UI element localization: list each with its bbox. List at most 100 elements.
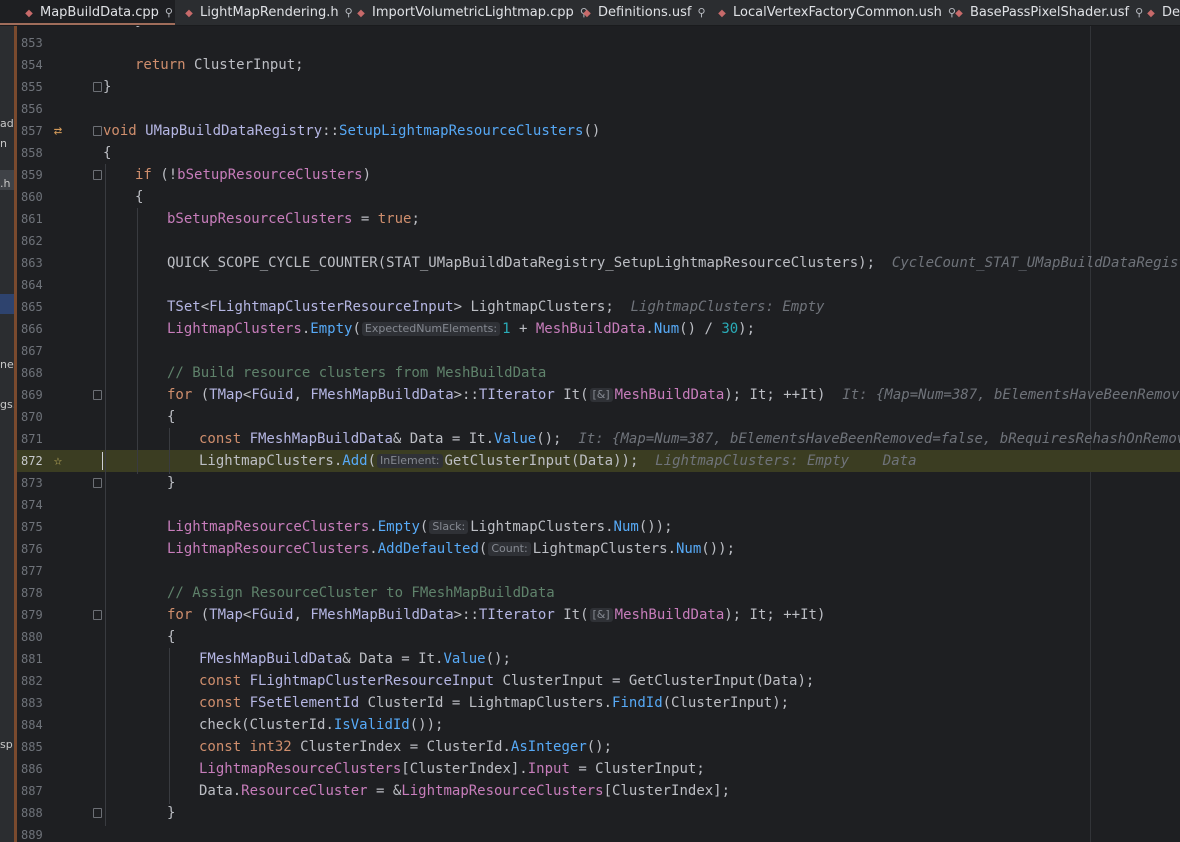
code-token: LightmapResourceClusters: [401, 783, 604, 799]
code-editor[interactable]: 852}853854return ClusterInput;855}856857…: [17, 26, 1180, 842]
tab-localvertexfactorycommon-ush[interactable]: ◆ LocalVertexFactoryCommon.ush ⚲: [713, 0, 956, 25]
fold-toggle-icon[interactable]: [93, 170, 102, 180]
code-line[interactable]: 870 {: [17, 406, 1180, 428]
code-line[interactable]: 882 const FLightmapClusterResourceInput C…: [17, 670, 1180, 692]
code-comment: // Assign ResourceCluster to FMeshMapBui…: [167, 585, 555, 601]
shader-file-icon: ◆: [955, 8, 963, 19]
code-token: AsInteger: [510, 739, 587, 755]
code-line[interactable]: 885 const int32 ClusterIndex = ClusterId.…: [17, 736, 1180, 758]
code-token: LightmapClusters: [199, 453, 334, 469]
code-text: for (TMap<FGuid, FMeshMapBuildData>::TIt…: [167, 384, 1180, 406]
code-line[interactable]: 855}: [17, 76, 1180, 98]
code-line[interactable]: 854 return ClusterInput;: [17, 54, 1180, 76]
code-line[interactable]: 871 const FMeshMapBuildData& Data = It.Va…: [17, 428, 1180, 450]
fold-toggle-icon[interactable]: [93, 390, 102, 400]
fold-toggle-icon[interactable]: [93, 82, 102, 92]
code-token: FSetElementId: [249, 695, 360, 711]
fold-toggle-icon[interactable]: [93, 610, 102, 620]
code-token: const: [199, 431, 250, 447]
code-line[interactable]: 856: [17, 98, 1180, 120]
code-token: Value: [443, 651, 486, 667]
code-line[interactable]: 887 Data.ResourceCluster = &LightmapResou…: [17, 780, 1180, 802]
code-line[interactable]: 869 for (TMap<FGuid, FMeshMapBuildData>::…: [17, 384, 1180, 406]
code-line[interactable]: 858 {: [17, 142, 1180, 164]
pin-icon[interactable]: ⚲: [165, 6, 173, 19]
code-line[interactable]: 860 {: [17, 186, 1180, 208]
code-line[interactable]: 878 // Assign ResourceCluster to FMeshMap…: [17, 582, 1180, 604]
code-line[interactable]: 875 LightmapResourceClusters.Empty(Slack:…: [17, 516, 1180, 538]
code-token: =: [443, 695, 469, 711]
code-line[interactable]: 853: [17, 32, 1180, 54]
fold-toggle-icon[interactable]: [93, 478, 102, 488]
code-line[interactable]: 877: [17, 560, 1180, 582]
code-token: return: [135, 57, 195, 73]
code-token: LightmapClusters: [532, 541, 668, 557]
code-token: FMeshMapBuildData: [199, 651, 343, 667]
override-icon[interactable]: ⇄: [49, 122, 67, 140]
line-number: 877: [21, 564, 43, 578]
tab-definitions-usf[interactable]: ◆ Definitions.usf ⚲: [578, 0, 712, 25]
code-line[interactable]: 888}: [17, 802, 1180, 824]
code-token: const: [199, 739, 250, 755]
code-token: =: [603, 673, 629, 689]
code-line[interactable]: 884 check(ClusterId.IsValidId());: [17, 714, 1180, 736]
code-token: MeshBuildData: [535, 321, 646, 337]
code-token: IsValidId: [333, 717, 410, 733]
code-line[interactable]: 889: [17, 824, 1180, 842]
tab-mapbuilddata-cpp[interactable]: ◆ MapBuildData.cpp ⚲: [0, 0, 175, 25]
code-token: .: [667, 541, 676, 557]
indent-guide: [169, 648, 170, 804]
code-text: LightmapResourceClusters.Empty(Slack: Lig…: [167, 516, 673, 538]
code-line[interactable]: 876 LightmapResourceClusters.AddDefaulted…: [17, 538, 1180, 560]
code-text: check(ClusterId.IsValidId());: [199, 714, 443, 736]
code-token: .: [603, 695, 613, 711]
code-line[interactable]: 861 bSetupResourceClusters = true;: [17, 208, 1180, 230]
fold-toggle-icon[interactable]: [93, 808, 102, 818]
code-token: (!: [160, 167, 178, 183]
fold-toggle-icon[interactable]: [93, 126, 102, 136]
code-line[interactable]: 881 FMeshMapBuildData& Data = It.Value();: [17, 648, 1180, 670]
code-line[interactable]: 866 LightmapClusters. Empty(ExpectedNumEle…: [17, 318, 1180, 340]
code-token: ());: [701, 541, 736, 557]
header-file-icon: ◆: [185, 8, 193, 19]
code-line[interactable]: 863 QUICK_SCOPE_CYCLE_COUNTER(STAT_UMapBu…: [17, 252, 1180, 274]
code-line[interactable]: 865 TSet<FLightmapClusterResourceInput> L…: [17, 296, 1180, 318]
code-token: (: [367, 453, 377, 469]
code-line[interactable]: 880 {: [17, 626, 1180, 648]
line-number: 856: [21, 102, 43, 116]
code-token: }: [167, 475, 176, 491]
code-line[interactable]: 883 const FSetElementId ClusterId = Light…: [17, 692, 1180, 714]
code-token: QUICK_SCOPE_CYCLE_COUNTER: [167, 255, 378, 271]
parameter-hint: [&]: [589, 388, 613, 402]
code-line[interactable]: 862: [17, 230, 1180, 252]
code-text: const FSetElementId ClusterId = Lightmap…: [199, 692, 789, 714]
code-token: TMap: [209, 387, 243, 403]
lightbulb-icon[interactable]: ☆: [49, 452, 67, 470]
code-text: {: [135, 186, 143, 208]
code-line[interactable]: 873}: [17, 472, 1180, 494]
pin-icon[interactable]: ⚲: [697, 6, 705, 19]
code-line[interactable]: 867: [17, 340, 1180, 362]
code-token: {: [167, 629, 176, 645]
tab-importvolumetriclightmap-cpp[interactable]: ◆ ImportVolumetricLightmap.cpp ⚲: [352, 0, 588, 25]
highlighted-file-row[interactable]: [0, 294, 14, 314]
code-line[interactable]: 868 // Build resource clusters from MeshB…: [17, 362, 1180, 384]
code-line[interactable]: 886 LightmapResourceClusters[ClusterIndex…: [17, 758, 1180, 780]
code-line[interactable]: 879 for (TMap<FGuid, FMeshMapBuildData>::…: [17, 604, 1180, 626]
code-line[interactable]: 872 ☆ LightmapClusters.Add(InElement: GetCl…: [17, 450, 1180, 472]
code-line[interactable]: 859 if (!bSetupResourceClusters): [17, 164, 1180, 186]
line-number: 878: [21, 586, 43, 600]
tab-lightmaprendering-h[interactable]: ◆ LightMapRendering.h ⚲: [180, 0, 353, 25]
code-token: LightmapClusters: [468, 695, 604, 711]
tab-basepasspixelshader-usf[interactable]: ◆ BasePassPixelShader.usf ⚲: [950, 0, 1143, 25]
code-token: <: [200, 299, 210, 315]
code-line[interactable]: 857 ⇄ void UMapBuildDataRegistry::SetupLig…: [17, 120, 1180, 142]
tab-overflow[interactable]: ◆ De: [1142, 0, 1180, 25]
code-line[interactable]: 874: [17, 494, 1180, 516]
line-number: 870: [21, 410, 43, 424]
code-line[interactable]: 864: [17, 274, 1180, 296]
code-token: It(: [554, 387, 589, 403]
code-token: if: [135, 167, 161, 183]
parameter-hint: ExpectedNumElements:: [361, 322, 501, 336]
code-text: LightmapResourceClusters.AddDefaulted(Co…: [167, 538, 735, 560]
